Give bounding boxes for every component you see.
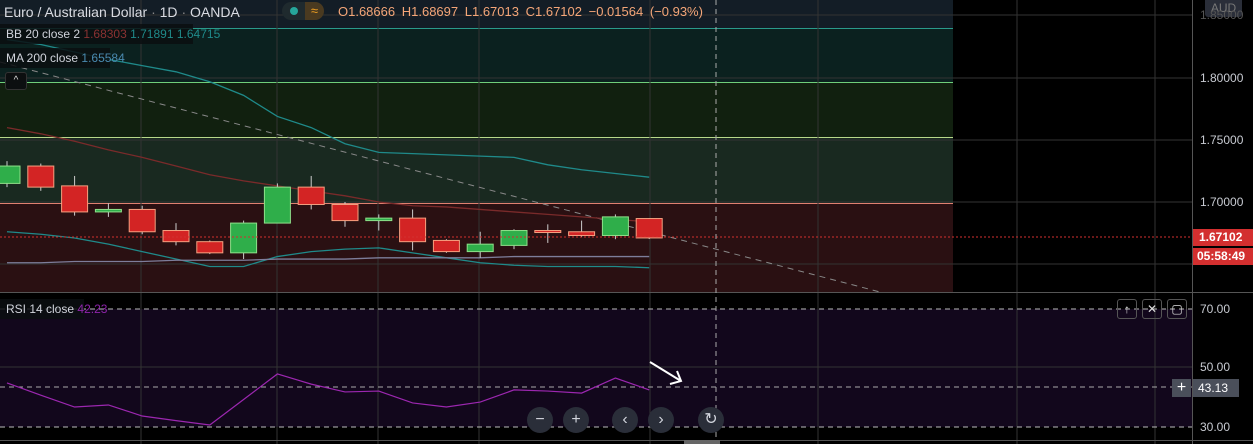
maximize-pane-button[interactable]: ▢ [1167,299,1187,319]
bb-basis-line [6,126,650,223]
rsi-tick: 50.00 [1200,360,1231,374]
candle-body [162,230,190,243]
ma200-line [7,255,650,264]
candle [128,205,156,235]
candle-body [365,217,393,222]
candle-body [500,230,528,246]
candle [94,203,122,217]
symbol-header[interactable]: Euro / Australian Dollar · 1D · OANDA [4,2,240,22]
scroll-left-button[interactable]: ‹ [612,407,638,433]
ohlc-values: O1.68666 H1.68697 L1.67013 C1.67102 −0.0… [338,4,703,19]
candle-body [568,231,596,236]
candle [230,220,258,260]
candle-body [635,218,663,239]
status-pill[interactable]: ≈ [282,2,324,20]
candle [27,163,55,191]
zoom-out-button[interactable]: − [527,407,553,433]
crosshair-rsi-label: 43.13 [1193,379,1239,397]
chart-canvas[interactable] [0,0,1253,444]
candle-body [230,222,258,254]
candle [263,183,291,224]
delayed-data-icon: ≈ [305,2,324,20]
exchange: OANDA [190,4,240,20]
candle-body [128,208,156,233]
candle-body [466,243,494,253]
last-price-label: 1.67102 [1193,229,1253,246]
crosshair-add-button[interactable]: + [1172,379,1191,397]
candle [500,229,528,250]
bb-legend[interactable]: BB 20 close 2 1.68303 1.71891 1.64715 [0,24,220,44]
candle [601,214,629,240]
candle-body [27,165,55,188]
candle [635,218,663,240]
rsi-tick: 30.00 [1200,420,1231,434]
candle [568,220,596,237]
collapse-legend-button[interactable]: ^ [5,72,27,90]
candle [331,202,359,227]
candle-body [399,217,427,243]
candle-body [0,165,21,184]
candle [0,161,21,188]
candle-body [263,186,291,224]
mouse-cursor-arrow [649,361,683,385]
candle [365,214,393,231]
candle [432,239,460,253]
reset-chart-button[interactable]: ↻ [698,407,724,433]
candle [196,240,224,255]
candle-body [601,216,629,236]
zoom-in-button[interactable]: + [563,407,589,433]
rsi-legend[interactable]: RSI 14 close 42.23 [0,299,107,319]
candle [466,231,494,258]
candle-body [432,239,460,253]
move-pane-up-button[interactable]: ↑ [1117,299,1137,319]
market-open-dot-icon [290,7,298,15]
candle [534,224,562,243]
price-tick: 1.85000 [1200,8,1244,22]
ma-legend[interactable]: MA 200 close 1.65584 [0,48,125,68]
candle-body [61,185,89,213]
candle [162,223,190,246]
candle-body [196,241,224,254]
candle-body [94,208,122,213]
bar-countdown-label: 05:58:49 [1193,248,1253,265]
symbol-name: Euro / Australian Dollar [4,4,148,20]
candle [61,175,89,216]
price-tick: 1.70000 [1200,195,1244,209]
rsi-tick: 70.00 [1200,302,1231,316]
scroll-right-button[interactable]: › [648,407,674,433]
candle-body [534,230,562,234]
scrollbar-thumb [684,440,720,444]
candle [399,209,427,251]
interval: 1D [159,4,178,20]
close-pane-button[interactable]: ✕ [1142,299,1162,319]
price-tick: 1.75000 [1200,133,1244,147]
candle [297,175,325,210]
candle-body [297,186,325,205]
price-tick: 1.80000 [1200,71,1244,85]
candle-body [331,203,359,222]
